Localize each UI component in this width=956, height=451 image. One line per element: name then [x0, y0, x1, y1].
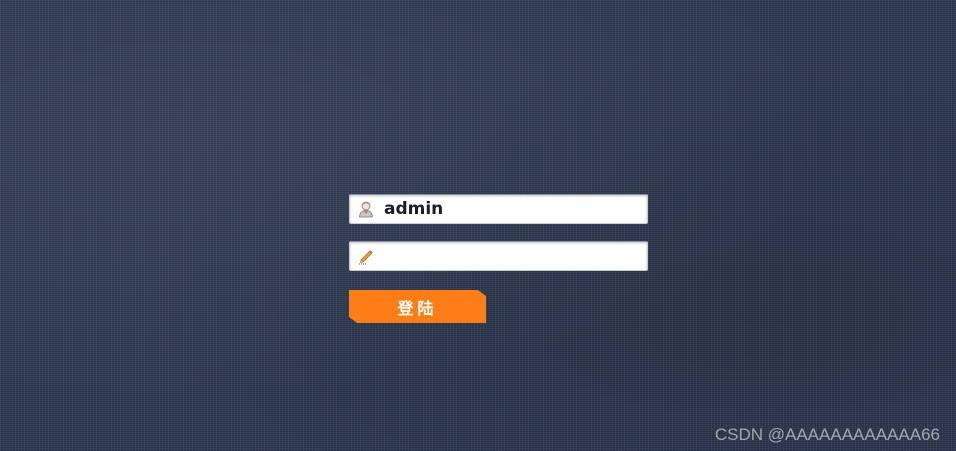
login-button[interactable]: 登陆	[349, 290, 486, 323]
login-form: 登陆	[349, 194, 649, 323]
password-field	[349, 241, 648, 271]
username-field	[349, 194, 648, 224]
user-avatar-icon	[357, 200, 375, 218]
password-input[interactable]	[384, 242, 642, 270]
pencil-icon	[357, 247, 375, 265]
watermark-text: CSDN @AAAAAAAAAAAA66	[714, 425, 940, 444]
username-input[interactable]	[384, 195, 642, 223]
